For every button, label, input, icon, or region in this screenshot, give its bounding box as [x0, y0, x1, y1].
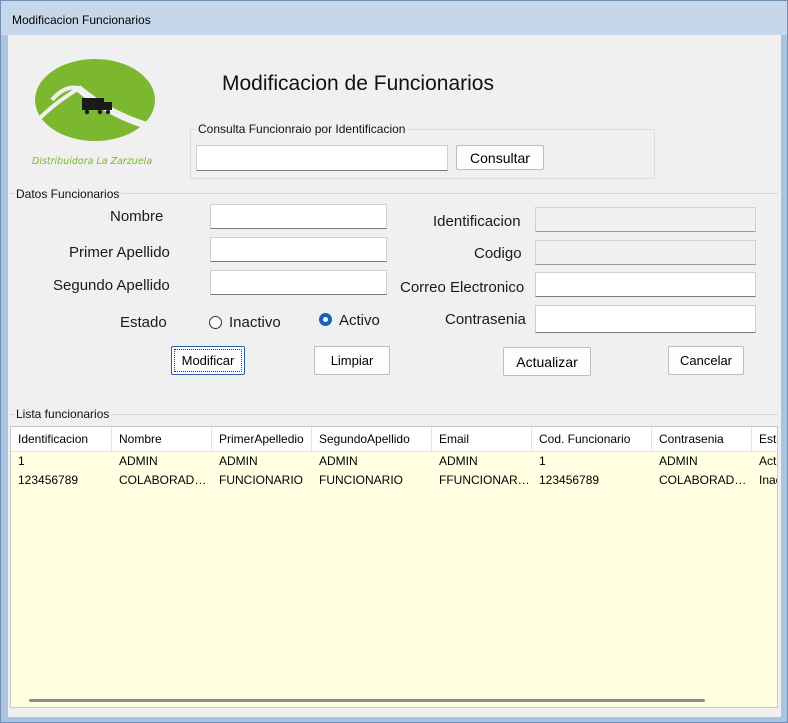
table-cell: FUNCIONARIO — [319, 473, 403, 487]
lista-separator — [9, 414, 778, 415]
horizontal-scrollbar[interactable] — [29, 699, 705, 702]
inactivo-radio-label[interactable]: Inactivo — [229, 314, 281, 331]
table-row[interactable]: 123456789 COLABORADOR FUNCIONARIO FUNCIO… — [11, 471, 777, 490]
consultar-button[interactable]: Consultar — [456, 145, 544, 170]
primer-apellido-label: Primer Apellido — [69, 244, 170, 261]
actualizar-button[interactable]: Actualizar — [503, 347, 591, 376]
activo-radio[interactable] — [319, 313, 332, 326]
table-cell: Activo — [759, 454, 777, 468]
nombre-label: Nombre — [110, 208, 164, 225]
table-cell: Inactivo — [759, 473, 777, 487]
column-header[interactable]: Estado — [752, 427, 777, 452]
consulta-group-label: Consulta Funcionraio por Identificacion — [196, 122, 408, 136]
funcionarios-grid[interactable]: Identificacion Nombre PrimerApelledio Se… — [10, 426, 778, 708]
table-cell: COLABORADOR — [119, 473, 212, 487]
table-cell: ADMIN — [319, 454, 358, 468]
table-cell: 1 — [539, 454, 546, 468]
modificar-button[interactable]: Modificar — [171, 346, 245, 375]
contrasena-label: Contrasenia — [445, 311, 526, 328]
inactivo-radio[interactable] — [209, 316, 222, 329]
correo-input[interactable] — [535, 272, 756, 297]
correo-label: Correo Electronico — [400, 279, 525, 296]
grid-header: Identificacion Nombre PrimerApelledio Se… — [11, 427, 777, 452]
table-row[interactable]: 1 ADMIN ADMIN ADMIN ADMIN 1 ADMIN Activo — [11, 452, 777, 471]
identificacion-label: Identificacion — [433, 213, 521, 230]
column-header[interactable]: Identificacion — [11, 427, 112, 452]
table-cell: COLABORADOR — [659, 473, 752, 487]
segundo-apellido-label: Segundo Apellido — [53, 277, 170, 294]
activo-radio-label[interactable]: Activo — [339, 312, 380, 329]
estado-label: Estado — [120, 314, 167, 331]
company-logo: Distribuidora La Zarzuela — [32, 59, 155, 167]
lista-group-label: Lista funcionarios — [14, 407, 112, 421]
table-cell: ADMIN — [119, 454, 158, 468]
table-cell: 123456789 — [18, 473, 79, 487]
datos-group-label: Datos Funcionarios — [14, 187, 122, 201]
column-header[interactable]: SegundoApellido — [312, 427, 432, 452]
contrasena-input[interactable] — [535, 305, 756, 333]
limpiar-button[interactable]: Limpiar — [314, 346, 390, 375]
column-header[interactable]: Nombre — [112, 427, 212, 452]
page-title: Modificacion de Funcionarios — [222, 72, 494, 95]
column-header[interactable]: Contrasenia — [652, 427, 752, 452]
nombre-input[interactable] — [210, 204, 387, 229]
logo-text: Distribuidora La Zarzuela — [32, 156, 152, 167]
window-title: Modificacion Funcionarios — [12, 13, 151, 27]
codigo-input — [535, 240, 756, 265]
table-cell: ADMIN — [659, 454, 698, 468]
table-cell: FFUNCIONARIO@GMAIL.COM — [439, 473, 532, 487]
cancelar-button[interactable]: Cancelar — [668, 346, 744, 375]
consulta-identificacion-input[interactable] — [196, 145, 448, 171]
datos-separator — [9, 193, 778, 194]
table-cell: FUNCIONARIO — [219, 473, 303, 487]
column-header[interactable]: Email — [432, 427, 532, 452]
codigo-label: Codigo — [474, 245, 522, 262]
table-cell: 1 — [18, 454, 25, 468]
table-cell: ADMIN — [219, 454, 258, 468]
segundo-apellido-input[interactable] — [210, 270, 387, 295]
column-header[interactable]: PrimerApelledio — [212, 427, 312, 452]
table-cell: 123456789 — [539, 473, 600, 487]
primer-apellido-input[interactable] — [210, 237, 387, 262]
identificacion-input — [535, 207, 756, 232]
title-bar[interactable]: Modificacion Funcionarios — [1, 1, 787, 35]
column-header[interactable]: Cod. Funcionario — [532, 427, 652, 452]
table-cell: ADMIN — [439, 454, 478, 468]
